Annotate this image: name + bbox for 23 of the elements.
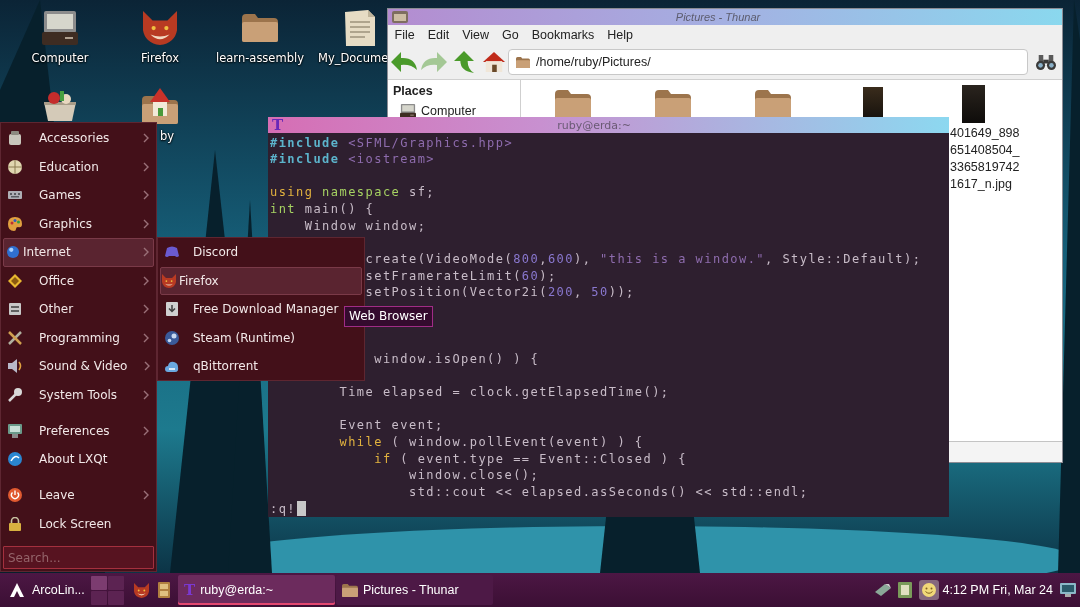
terminal-logo-icon: T [184, 582, 196, 598]
terminal-logo-icon: T [272, 117, 284, 133]
code-line: while ( window.pollEvent(event) ) { [339, 435, 644, 450]
code-line: setPosition(Vector2i(200, 50)); [365, 285, 635, 300]
command-line: :q! [270, 501, 297, 516]
code-line: window.isOpen() ) { [374, 351, 540, 366]
window-title: Pictures - Thunar [674, 11, 762, 23]
code-line: #include <iostream> [270, 152, 435, 167]
code-line: int main() { [270, 202, 375, 217]
code-line: Window window; [304, 218, 427, 233]
window-title: ruby@erda:~ [556, 118, 632, 132]
sidebar-heading: Places [393, 83, 434, 99]
file-name-label: 401649_898 651408504_ 3365819742 1617_n.jpg [950, 125, 1020, 193]
code-line: window.close(); [408, 468, 540, 483]
code-line: std::cout << elapsed.asSeconds() << std::endl; [408, 484, 809, 499]
code-line: if ( event.type == Event::Closed ) { [374, 451, 687, 466]
code-line: Event event; [339, 418, 444, 433]
tooltip: Web Browser [344, 306, 433, 327]
code-line: setFramerateLimit(60); [365, 268, 557, 283]
code-line: Time elapsed = clock.getElapsedTime(); [339, 385, 670, 400]
code-line: create(VideoMode(800,600), "this is a window.", Style::Default); [365, 252, 922, 266]
code-line: using namespace sf; [270, 185, 436, 200]
code-line: #include <SFML/Graphics.hpp> [270, 135, 514, 150]
